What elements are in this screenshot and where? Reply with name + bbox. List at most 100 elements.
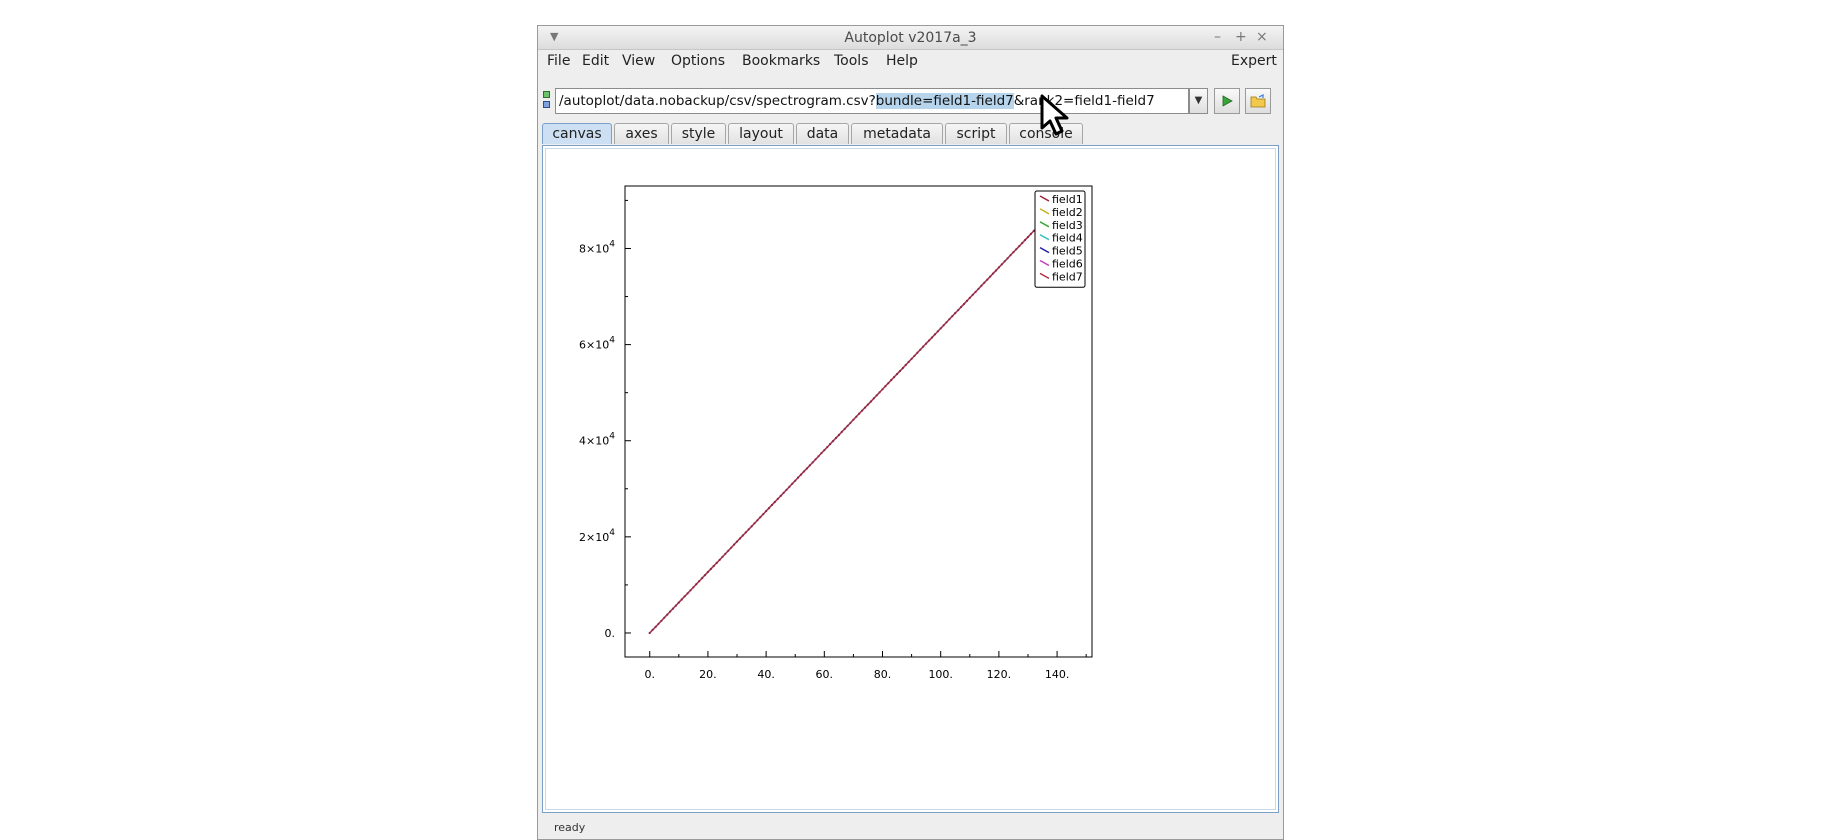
menu-view[interactable]: View [622, 53, 655, 69]
data-point [1012, 251, 1015, 254]
tab-canvas[interactable]: canvas [542, 123, 612, 144]
menu-edit[interactable]: Edit [582, 53, 609, 69]
data-point [928, 339, 931, 342]
data-point [896, 372, 899, 376]
data-point [942, 324, 945, 327]
tab-script[interactable]: script [945, 123, 1007, 144]
y-tick-label: 8×104 [579, 239, 615, 255]
data-point [785, 488, 788, 491]
x-tick-label: 40. [757, 668, 775, 681]
data-point [779, 494, 782, 497]
data-point [744, 531, 747, 534]
data-point [971, 293, 974, 296]
data-point [794, 479, 797, 482]
data-point [831, 440, 835, 443]
data-point [901, 366, 904, 370]
data-point [878, 391, 881, 394]
menu-options[interactable]: Options [671, 53, 725, 69]
data-point [994, 269, 998, 272]
legend-label-field7: field7 [1052, 270, 1083, 283]
status-text: ready [554, 821, 586, 834]
data-point [861, 409, 864, 412]
data-point [826, 446, 829, 449]
x-tick-label: 100. [928, 668, 953, 681]
data-point [770, 503, 773, 507]
data-point [960, 305, 963, 309]
data-point [887, 382, 890, 385]
x-tick-label: 60. [816, 668, 834, 681]
title-bar: ▼ Autoplot v2017a_3 – + × [538, 26, 1283, 50]
data-point [791, 482, 794, 485]
data-point [808, 464, 811, 467]
data-point [936, 330, 939, 333]
data-point [701, 577, 704, 580]
data-point [965, 299, 968, 302]
minimize-button[interactable]: – [1214, 29, 1221, 45]
data-point [674, 604, 677, 607]
data-point [805, 467, 808, 470]
data-point [703, 574, 707, 577]
data-point [1026, 235, 1030, 239]
data-point [657, 622, 660, 625]
data-point [669, 610, 672, 613]
data-point [875, 394, 878, 397]
data-point [1000, 263, 1003, 266]
data-point [712, 564, 715, 568]
data-point [866, 403, 870, 406]
plot-go-button[interactable] [1214, 88, 1240, 114]
legend-label-field4: field4 [1052, 232, 1083, 245]
data-point [890, 379, 893, 382]
data-point [788, 485, 791, 488]
data-point [989, 275, 992, 278]
data-point [759, 516, 762, 519]
menu-tools[interactable]: Tools [834, 53, 869, 69]
legend-label-field3: field3 [1052, 219, 1083, 232]
menu-bookmarks[interactable]: Bookmarks [742, 53, 820, 69]
data-point [753, 522, 756, 525]
url-input[interactable]: /autoplot/data.nobackup/csv/spectrogram.… [555, 88, 1189, 114]
menu-bar: File Edit View Options Bookmarks Tools H… [538, 50, 1283, 74]
x-tick-label: 80. [874, 668, 892, 681]
tab-style[interactable]: style [671, 123, 726, 144]
maximize-button[interactable]: + [1235, 29, 1247, 45]
data-point [741, 534, 744, 537]
y-tick-label: 2×104 [579, 528, 615, 544]
plot-canvas[interactable]: 0. 2×104 4×104 6×104 8×104 0. 20. 40. 60. 80. 100… [542, 145, 1279, 813]
tab-data[interactable]: data [796, 123, 849, 144]
data-point [823, 449, 826, 452]
data-point [782, 491, 785, 494]
url-text-prefix: /autoplot/data.nobackup/csv/spectrogram.… [559, 93, 876, 109]
data-point [884, 385, 887, 388]
data-point [692, 586, 695, 589]
menu-file[interactable]: File [547, 53, 570, 69]
tab-metadata[interactable]: metadata [851, 123, 943, 144]
data-point [671, 607, 675, 610]
data-point [747, 528, 750, 531]
close-button[interactable]: × [1256, 29, 1268, 45]
data-point [919, 348, 922, 351]
data-point [773, 500, 776, 504]
tab-layout[interactable]: layout [728, 123, 794, 144]
data-point [922, 345, 925, 348]
tab-axes[interactable]: axes [614, 123, 669, 144]
data-point [730, 546, 733, 549]
data-source-status-icon [543, 91, 551, 111]
data-point [724, 552, 727, 555]
data-point [849, 421, 852, 424]
data-point [683, 595, 686, 598]
menu-expert[interactable]: Expert [1231, 53, 1277, 69]
data-point [930, 336, 934, 339]
data-point [651, 628, 654, 631]
menu-help[interactable]: Help [886, 53, 918, 69]
data-point [910, 357, 913, 360]
url-history-dropdown-button[interactable]: ▼ [1189, 88, 1208, 114]
data-point [983, 281, 986, 284]
open-file-button[interactable] [1245, 88, 1271, 114]
data-point [913, 354, 916, 357]
legend-label-field1: field1 [1052, 193, 1083, 206]
x-tick-label: 140. [1045, 668, 1070, 681]
legend-label-field2: field2 [1052, 206, 1083, 219]
data-point [733, 543, 736, 546]
plot-svg: 0. 2×104 4×104 6×104 8×104 0. 20. 40. 60. 80. 100… [579, 185, 1093, 681]
data-point [948, 318, 951, 321]
